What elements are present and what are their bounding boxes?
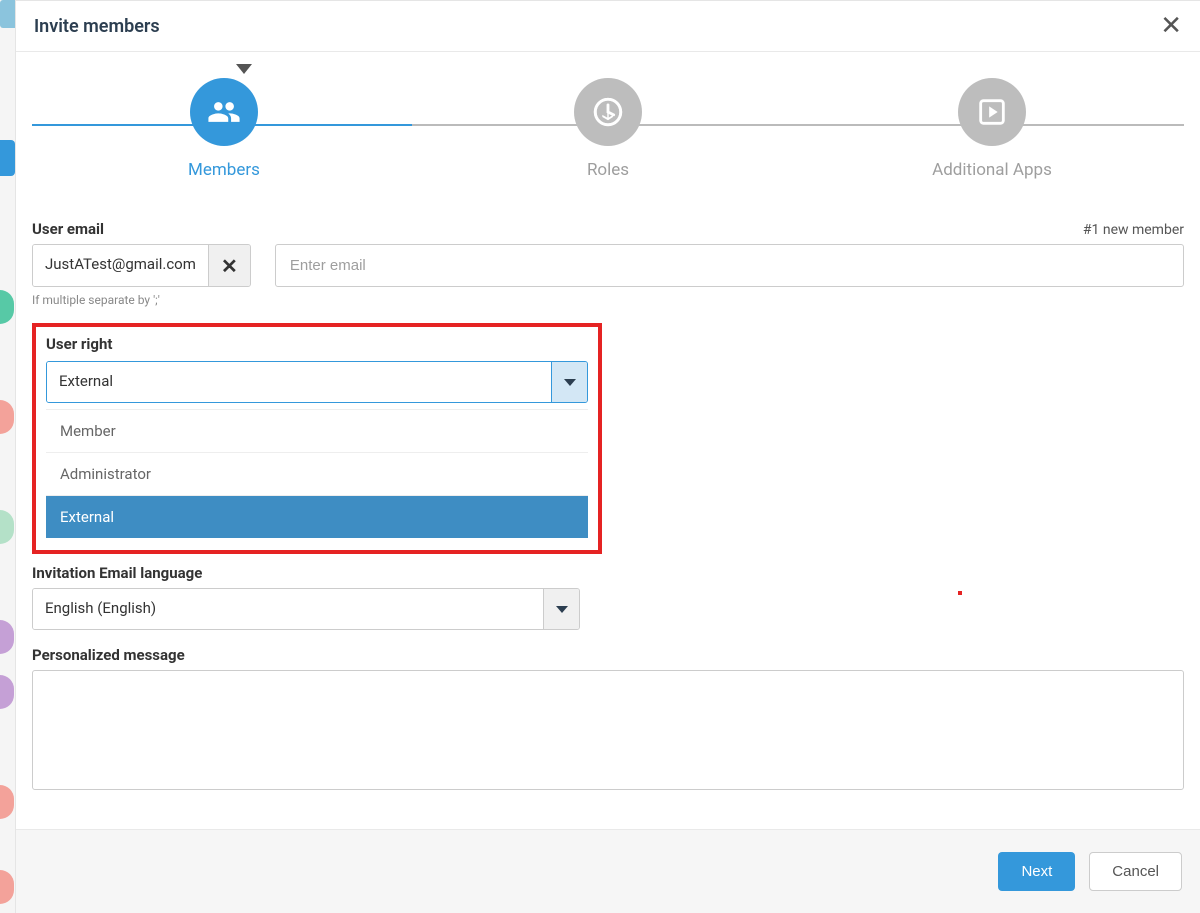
bg-avatar xyxy=(0,620,14,654)
modal-body: Members Roles Additional Apps xyxy=(16,52,1200,829)
user-right-section: User right External Member Administrator… xyxy=(32,323,602,554)
apps-icon xyxy=(958,78,1026,146)
language-value: English (English) xyxy=(33,589,543,629)
user-right-select[interactable]: External xyxy=(46,361,588,403)
step-label: Members xyxy=(188,160,260,180)
bg-avatar xyxy=(0,870,14,904)
step-arrow-icon xyxy=(236,64,252,74)
email-input[interactable] xyxy=(275,244,1184,287)
bg-button-sliver xyxy=(0,140,15,176)
bg-avatar xyxy=(0,290,14,324)
option-administrator[interactable]: Administrator xyxy=(46,453,588,496)
user-email-section: User email #1 new member JustATest@gmail… xyxy=(32,220,1184,307)
stray-red-dot xyxy=(958,591,962,595)
chevron-down-icon xyxy=(564,379,576,386)
step-roles[interactable]: Roles xyxy=(416,78,800,180)
email-chip-text: JustATest@gmail.com xyxy=(33,245,208,286)
step-label: Additional Apps xyxy=(932,160,1052,180)
message-section: Personalized message xyxy=(32,646,1184,794)
close-icon[interactable]: ✕ xyxy=(1160,13,1182,39)
step-additional-apps[interactable]: Additional Apps xyxy=(800,78,1184,180)
language-section: Invitation Email language English (Engli… xyxy=(32,564,1184,630)
message-textarea[interactable] xyxy=(32,670,1184,790)
next-button[interactable]: Next xyxy=(998,852,1075,891)
dropdown-toggle[interactable] xyxy=(551,362,587,402)
language-select[interactable]: English (English) xyxy=(32,588,580,630)
bg-avatar xyxy=(0,510,14,544)
new-member-count: #1 new member xyxy=(1083,222,1184,238)
chevron-down-icon xyxy=(556,606,568,613)
email-helper-text: If multiple separate by ';' xyxy=(32,293,1184,307)
option-member[interactable]: Member xyxy=(46,410,588,453)
remove-email-icon[interactable]: ✕ xyxy=(208,245,250,286)
bg-avatar xyxy=(0,675,14,709)
invite-members-modal: Invite members ✕ Members Roles xyxy=(15,0,1200,913)
dropdown-toggle[interactable] xyxy=(543,589,579,629)
user-right-value: External xyxy=(47,362,551,402)
step-members[interactable]: Members xyxy=(32,78,416,180)
step-label: Roles xyxy=(587,160,629,180)
message-label: Personalized message xyxy=(32,646,1184,664)
user-email-label: User email xyxy=(32,220,104,238)
email-chip: JustATest@gmail.com ✕ xyxy=(32,244,251,287)
modal-footer: Next Cancel xyxy=(16,829,1200,913)
user-right-dropdown: Member Administrator External xyxy=(46,409,588,538)
bg-avatar xyxy=(0,400,14,434)
option-external[interactable]: External xyxy=(46,496,588,538)
modal-header: Invite members ✕ xyxy=(16,1,1200,52)
members-icon xyxy=(190,78,258,146)
roles-icon xyxy=(574,78,642,146)
bg-avatar xyxy=(0,785,14,819)
user-right-label: User right xyxy=(46,335,588,353)
language-label: Invitation Email language xyxy=(32,564,1184,582)
modal-title: Invite members xyxy=(34,16,160,37)
cancel-button[interactable]: Cancel xyxy=(1089,852,1182,891)
wizard-stepper: Members Roles Additional Apps xyxy=(32,78,1184,180)
